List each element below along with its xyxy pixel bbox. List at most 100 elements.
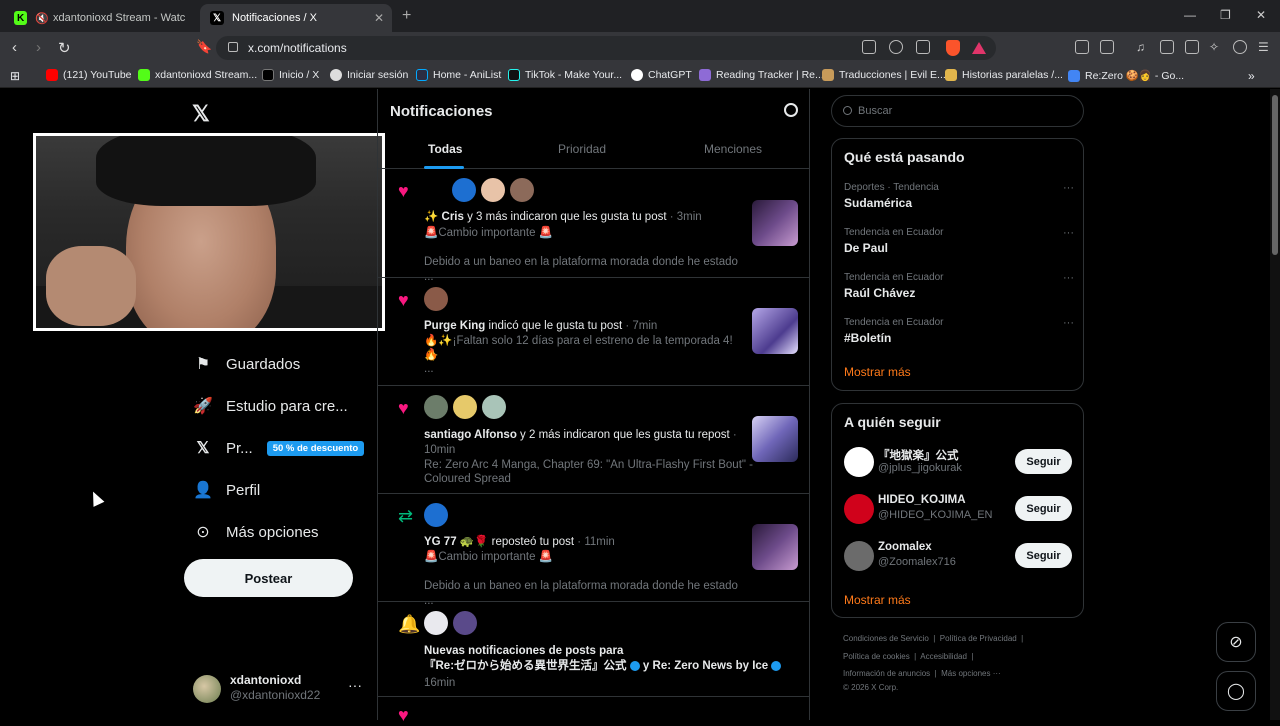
footer-link[interactable]: Política de cookies [843, 652, 910, 661]
forward-icon[interactable]: › [36, 39, 41, 56]
post-thumbnail[interactable] [752, 200, 798, 246]
wallet-icon[interactable] [1185, 40, 1199, 54]
more-icon[interactable]: ··· [1063, 182, 1074, 194]
footer-link[interactable]: Política de Privacidad [940, 634, 1017, 643]
notification-time: · 7min [622, 320, 658, 332]
trend-item[interactable]: Tendencia en Ecuador De Paul ··· [844, 227, 1074, 255]
maximize-icon[interactable]: ❐ [1220, 8, 1231, 22]
close-tab-icon[interactable]: ✕ [374, 11, 384, 25]
webcam-hand [46, 246, 136, 326]
site-info-icon[interactable] [228, 42, 238, 52]
address-bar[interactable]: x.com/notifications [216, 36, 996, 60]
bookmark-traducciones[interactable]: Traducciones | Evil E... [822, 69, 946, 81]
bookmark-anilist[interactable]: Home - AniList [416, 69, 501, 81]
share-icon[interactable] [916, 40, 930, 54]
trend-item[interactable]: Tendencia en Ecuador #Boletín ··· [844, 317, 1074, 345]
actor-name[interactable]: ✨ Cris [424, 211, 464, 223]
bookmark-chatgpt[interactable]: ChatGPT [631, 69, 692, 81]
actor-name[interactable]: Purge King [424, 320, 485, 332]
gear-icon[interactable] [784, 103, 798, 117]
leo-ai-icon[interactable]: ✧ [1209, 40, 1223, 54]
follow-button[interactable]: Seguir [1015, 496, 1072, 521]
tab-todas[interactable]: Todas [428, 142, 462, 156]
post-thumbnail[interactable] [752, 416, 798, 462]
more-icon[interactable]: ··· [1063, 272, 1074, 284]
minimize-icon[interactable]: — [1184, 8, 1196, 22]
sidebar-icon[interactable] [1160, 40, 1174, 54]
sidebar-item-guardados[interactable]: ⚑ Guardados [193, 354, 300, 374]
follow-button[interactable]: Seguir [1015, 543, 1072, 568]
notification-item[interactable]: ♥ santiago Alfonso y 2 más indicaron que… [378, 386, 810, 494]
footer-row: Condiciones de Servicio | Política de Pr… [843, 634, 1024, 643]
show-more-link[interactable]: Mostrar más [844, 593, 911, 607]
notification-item[interactable]: ⇄ YG 77 🐢🌹 reposteó tu post · 11min 🚨Cam… [378, 494, 810, 607]
post-button[interactable]: Postear [184, 559, 353, 597]
bookmark-login[interactable]: Iniciar sesión [330, 69, 408, 81]
bookmark-reading-tracker[interactable]: Reading Tracker | Re... [699, 69, 824, 81]
apps-grid-icon[interactable]: ⊞ [10, 69, 20, 83]
notification-item[interactable]: 🔔 Nuevas notificaciones de posts para 『R… [378, 602, 810, 697]
bookmark-page-icon[interactable]: 🔖 [196, 39, 212, 55]
grok-button[interactable]: ⊘ [1216, 622, 1256, 662]
footer-link[interactable]: Información de anuncios [843, 669, 930, 678]
tab-prioridad[interactable]: Prioridad [558, 142, 606, 156]
account-link[interactable]: 『Re:ゼロから始める異世界生活』公式 [424, 660, 627, 672]
scrollbar-thumb[interactable] [1272, 95, 1278, 255]
footer-link[interactable]: Condiciones de Servicio [843, 634, 929, 643]
sidebar-item-estudio[interactable]: 🚀 Estudio para cre... [193, 396, 348, 416]
extensions-icon[interactable] [1075, 40, 1089, 54]
trend-item[interactable]: Deportes · Tendencia Sudamérica ··· [844, 182, 1074, 210]
x-logo-icon[interactable]: 𝕏 [192, 101, 210, 127]
notification-item[interactable]: ♥ [378, 697, 810, 725]
tab-menciones[interactable]: Menciones [704, 142, 762, 156]
back-icon[interactable]: ‹ [12, 39, 17, 56]
notification-item[interactable]: ♥ ✨ Cris y 3 más indicaron que les gusta… [378, 169, 810, 283]
bookmark-tiktok[interactable]: TikTok - Make Your... [508, 69, 622, 81]
follow-button[interactable]: Seguir [1015, 449, 1072, 474]
screenshot-icon[interactable] [1100, 40, 1114, 54]
bookmark-x[interactable]: Inicio / X [262, 69, 319, 81]
notification-item[interactable]: ♥ Purge King indicó que le gusta tu post… [378, 278, 810, 386]
more-icon[interactable]: ··· [1063, 227, 1074, 239]
follow-suggestion[interactable]: 『地獄楽』公式 @jplus_jigokurak Seguir [844, 444, 1074, 480]
account-switcher[interactable]: xdantonioxd @xdantonioxd22 ··· [193, 673, 368, 709]
brave-shields-icon[interactable] [946, 40, 960, 56]
follow-suggestion[interactable]: HIDEO_KOJIMA @HIDEO_KOJIMA_EN Seguir [844, 491, 1074, 527]
brave-rewards-icon[interactable] [972, 42, 986, 54]
messages-button[interactable]: ◯ [1216, 671, 1256, 711]
footer-link[interactable]: Más opciones ··· [941, 669, 1001, 678]
page-scrollbar[interactable] [1270, 89, 1280, 720]
sidebar-item-premium[interactable]: 𝕏 Pr... 50 % de descuento [193, 438, 365, 458]
x-icon: 𝕏 [196, 440, 210, 457]
more-icon[interactable]: ··· [1063, 317, 1074, 329]
account-link[interactable]: y Re: Zero News by Ice [640, 660, 768, 672]
more-icon[interactable]: ··· [348, 677, 362, 693]
sidebar-item-perfil[interactable]: 👤 Perfil [193, 480, 260, 500]
reload-icon[interactable]: ↻ [58, 39, 71, 57]
more-circle-icon: ⊙ [196, 524, 210, 541]
trend-item[interactable]: Tendencia en Ecuador Raúl Chávez ··· [844, 272, 1074, 300]
close-window-icon[interactable]: ✕ [1256, 8, 1266, 22]
footer-link[interactable]: Accesibilidad [920, 652, 967, 661]
sidebar-item-mas-opciones[interactable]: ⊙ Más opciones [193, 522, 318, 542]
browser-tab-notifications[interactable]: 𝕏 Notificaciones / X ✕ [200, 4, 392, 32]
vpn-icon[interactable] [1233, 40, 1247, 54]
zoom-icon[interactable] [889, 40, 903, 54]
new-tab-icon[interactable]: + [402, 7, 411, 25]
follow-suggestion[interactable]: Zoomalex @Zoomalex716 Seguir [844, 538, 1074, 574]
actor-name[interactable]: YG 77 🐢🌹 [424, 536, 488, 548]
actor-name[interactable]: santiago Alfonso [424, 429, 517, 441]
browser-tab-stream[interactable]: K 🔇 xdantonioxd Stream - Watch Live [4, 4, 196, 32]
bookmark-historias[interactable]: Historias paralelas /... [945, 69, 1063, 81]
menu-icon[interactable]: ☰ [1258, 40, 1272, 54]
show-more-link[interactable]: Mostrar más [844, 365, 911, 379]
search-input[interactable]: Buscar [831, 95, 1084, 127]
more-bookmarks-icon[interactable]: » [1248, 69, 1255, 83]
bookmark-kick[interactable]: xdantonioxd Stream... [138, 69, 257, 81]
post-thumbnail[interactable] [752, 308, 798, 354]
music-icon[interactable]: ♫ [1136, 40, 1150, 54]
bookmark-youtube[interactable]: (121) YouTube [46, 69, 132, 81]
cast-icon[interactable] [862, 40, 876, 54]
post-thumbnail[interactable] [752, 524, 798, 570]
bookmark-rezero[interactable]: Re:Zero 🍪👩 - Go... [1068, 69, 1184, 82]
